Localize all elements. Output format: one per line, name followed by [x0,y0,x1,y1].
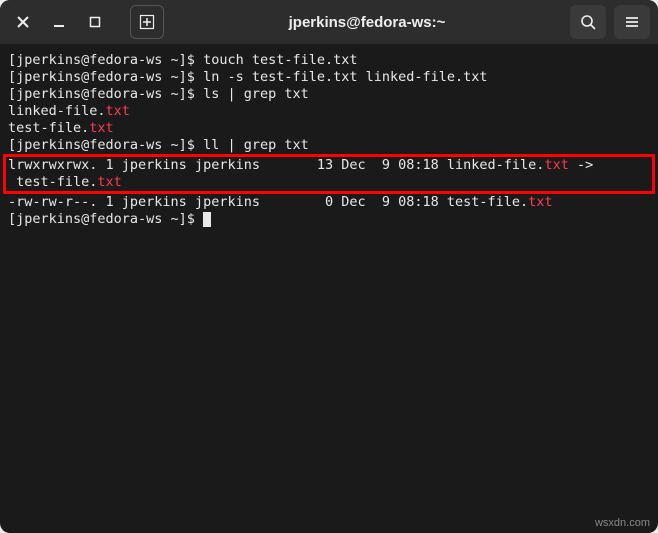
terminal-prompt: [jperkins@fedora-ws ~]$ [8,211,203,227]
minimize-button[interactable] [44,7,74,37]
minimize-icon [53,16,65,28]
terminal-text-segment: -rw-rw-r--. 1 jperkins jperkins 0 Dec 9 … [8,194,528,210]
close-icon [17,16,29,28]
terminal-text-segment: linked-file. [8,103,106,119]
terminal-window: jperkins@fedora-ws:~ [jperkins@fedora-ws… [0,0,658,533]
terminal-text-segment: -> [569,157,593,173]
search-button[interactable] [570,5,606,39]
terminal-text-segment: [jperkins@fedora-ws ~]$ ln -s test-file.… [8,69,488,85]
terminal-text-segment: [jperkins@fedora-ws ~]$ ll | grep txt [8,137,309,153]
terminal-prompt-line: [jperkins@fedora-ws ~]$ [8,211,650,228]
terminal-text-segment: [jperkins@fedora-ws ~]$ ls | grep txt [8,86,309,102]
terminal-line: [jperkins@fedora-ws ~]$ ln -s test-file.… [8,69,650,86]
terminal-line: test-file.txt [8,120,650,137]
search-icon [580,14,596,30]
terminal-line: [jperkins@fedora-ws ~]$ touch test-file.… [8,52,650,69]
terminal-text-segment: [jperkins@fedora-ws ~]$ touch test-file.… [8,52,358,68]
terminal-text-segment: lrwxrwxrwx. 1 jperkins jperkins 13 Dec 9… [8,157,544,173]
terminal-body[interactable]: [jperkins@fedora-ws ~]$ touch test-file.… [0,44,658,236]
maximize-icon [89,16,101,28]
hamburger-icon [624,14,640,30]
terminal-text-segment: txt [106,103,130,119]
terminal-line: linked-file.txt [8,103,650,120]
terminal-line: test-file.txt [8,174,650,191]
terminal-text-segment: txt [97,174,121,190]
new-tab-icon [139,14,155,30]
titlebar-right-controls [570,5,650,39]
terminal-text-segment: test-file. [8,120,89,136]
maximize-button[interactable] [80,7,110,37]
highlighted-output-box: lrwxrwxrwx. 1 jperkins jperkins 13 Dec 9… [3,154,655,194]
terminal-line: [jperkins@fedora-ws ~]$ ll | grep txt [8,137,650,154]
terminal-line: -rw-rw-r--. 1 jperkins jperkins 0 Dec 9 … [8,194,650,211]
terminal-text-segment: test-file. [8,174,97,190]
titlebar-left-controls [8,5,164,39]
new-tab-button[interactable] [130,5,164,39]
close-button[interactable] [8,7,38,37]
terminal-cursor [203,212,211,227]
window-title: jperkins@fedora-ws:~ [170,14,564,31]
terminal-line: [jperkins@fedora-ws ~]$ ls | grep txt [8,86,650,103]
terminal-text-segment: txt [544,157,568,173]
hamburger-menu-button[interactable] [614,5,650,39]
terminal-text-segment: txt [528,194,552,210]
watermark: wsxdn.com [595,517,650,529]
titlebar: jperkins@fedora-ws:~ [0,0,658,44]
terminal-line: lrwxrwxrwx. 1 jperkins jperkins 13 Dec 9… [8,157,650,174]
terminal-text-segment: txt [89,120,113,136]
